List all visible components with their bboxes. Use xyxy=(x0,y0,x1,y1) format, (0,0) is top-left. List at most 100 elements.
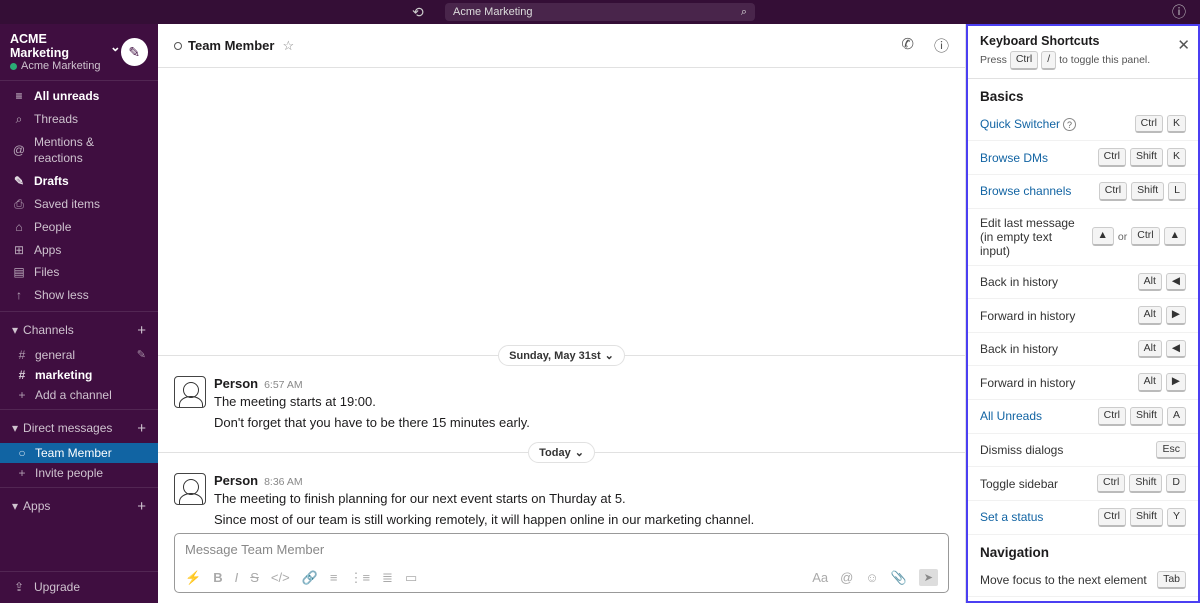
key: Alt xyxy=(1138,340,1162,359)
shortcut-row: Back in historyAlt◀ xyxy=(968,333,1198,367)
shortcut-row: Set a statusCtrlShiftY xyxy=(968,501,1198,535)
presence-icon xyxy=(174,42,182,50)
close-icon[interactable]: ✕ xyxy=(1177,36,1190,54)
quote-icon[interactable]: ≣ xyxy=(382,570,393,586)
channel-marketing[interactable]: #marketing xyxy=(0,365,158,385)
message: Person8:36 AMThe meeting to finish plann… xyxy=(158,469,965,533)
chevron-down-icon: ⌄ xyxy=(110,39,120,54)
format-icon[interactable]: Aa xyxy=(812,570,828,585)
history-icon[interactable]: ⟲ xyxy=(412,4,424,21)
chevron-down-icon: ⌄ xyxy=(605,349,614,362)
link-icon[interactable]: 🔗 xyxy=(302,570,318,586)
nav-all-unreads[interactable]: ≡All unreads xyxy=(0,85,158,108)
nav-threads[interactable]: ⌕Threads xyxy=(0,108,158,131)
shortcut-label: Back in history xyxy=(980,275,1130,289)
call-icon[interactable]: ✆ xyxy=(901,35,914,56)
nav-apps[interactable]: ⊞Apps xyxy=(0,239,158,262)
key: Y xyxy=(1167,508,1186,527)
message-author[interactable]: Person xyxy=(214,376,258,391)
codeblock-icon[interactable]: ▭ xyxy=(405,570,417,586)
bold-icon[interactable]: B xyxy=(213,570,222,585)
key: ▶ xyxy=(1166,373,1186,392)
key: Alt xyxy=(1138,373,1162,392)
key: D xyxy=(1166,474,1186,493)
info-icon[interactable]: ⓘ xyxy=(934,35,949,56)
shortcut-label[interactable]: Browse channels xyxy=(980,184,1091,198)
message-input[interactable]: Message Team Member xyxy=(175,534,948,565)
panel-section-title: Basics xyxy=(968,79,1198,108)
add-dm-icon[interactable]: + xyxy=(137,420,146,437)
dms-header[interactable]: ▾Direct messages + xyxy=(0,414,158,443)
shortcut-label: Back in history xyxy=(980,342,1130,356)
pencil-icon[interactable]: ✎ xyxy=(137,348,146,361)
key: Shift xyxy=(1130,148,1163,167)
ul-icon[interactable]: ⋮≡ xyxy=(349,570,370,586)
shortcut-label: Forward in history xyxy=(980,376,1130,390)
upgrade-button[interactable]: ⇪ Upgrade xyxy=(0,576,158,599)
key: Ctrl xyxy=(1099,182,1127,201)
apps-header[interactable]: ▾Apps + xyxy=(0,492,158,521)
channel-general[interactable]: #general✎ xyxy=(0,345,158,365)
channels-header[interactable]: ▾Channels + xyxy=(0,316,158,345)
add-app-icon[interactable]: + xyxy=(137,498,146,515)
key: Ctrl xyxy=(1098,407,1126,426)
key: Alt xyxy=(1138,306,1162,325)
add-channel-icon[interactable]: + xyxy=(137,322,146,339)
shortcut-row: Forward in history Alt▶ xyxy=(968,366,1198,400)
nav-saved-items[interactable]: ⎙Saved items xyxy=(0,193,158,216)
search-icon: ⌕ xyxy=(741,6,747,19)
key: Ctrl xyxy=(1097,474,1125,493)
shortcut-row: Browse channelsCtrlShiftL xyxy=(968,175,1198,209)
sidebar: ACME Marketing⌄ Acme Marketing ✎ ≡All un… xyxy=(0,24,158,603)
channel-add-a-channel[interactable]: +Add a channel xyxy=(0,385,158,405)
dm-invite-people[interactable]: +Invite people xyxy=(0,463,158,483)
message-author[interactable]: Person xyxy=(214,473,258,488)
lightning-icon[interactable]: ⚡ xyxy=(185,570,201,586)
workspace-switcher[interactable]: ACME Marketing⌄ xyxy=(10,32,121,60)
compose-button[interactable]: ✎ xyxy=(121,38,148,66)
key: ▲ xyxy=(1164,227,1186,246)
shortcut-label[interactable]: Set a status xyxy=(980,510,1090,524)
shortcut-label: Move focus to the next element xyxy=(980,573,1149,587)
emoji-icon[interactable]: ☺ xyxy=(865,570,878,585)
shortcut-label[interactable]: All Unreads xyxy=(980,409,1090,423)
strike-icon[interactable]: S xyxy=(250,570,259,585)
shortcut-label: Dismiss dialogs xyxy=(980,443,1148,457)
help-icon[interactable]: ? xyxy=(1063,118,1076,131)
dm-team-member[interactable]: ○Team Member xyxy=(0,443,158,463)
ol-icon[interactable]: ≡ xyxy=(330,570,338,585)
date-divider[interactable]: Sunday, May 31st ⌄ xyxy=(498,345,625,366)
key: Ctrl xyxy=(1131,227,1159,246)
upgrade-icon: ⇪ xyxy=(12,579,26,596)
shortcut-row: Dismiss dialogsEsc xyxy=(968,434,1198,468)
send-button[interactable]: ➤ xyxy=(919,569,938,586)
mention-icon[interactable]: @ xyxy=(840,570,853,585)
shortcut-label: Toggle sidebar xyxy=(980,477,1089,491)
shortcut-label[interactable]: Quick Switcher? xyxy=(980,117,1127,132)
avatar[interactable] xyxy=(174,473,206,505)
key: Ctrl xyxy=(1098,508,1126,527)
italic-icon[interactable]: I xyxy=(235,570,239,585)
avatar[interactable] xyxy=(174,376,206,408)
help-icon[interactable]: ⓘ xyxy=(1172,2,1186,22)
star-icon[interactable]: ☆ xyxy=(282,38,294,54)
panel-title: Keyboard Shortcuts xyxy=(980,34,1170,48)
chat-title[interactable]: Team Member xyxy=(174,38,274,53)
nav-people[interactable]: ⌂People xyxy=(0,216,158,239)
nav-show-less[interactable]: ↑Show less xyxy=(0,284,158,307)
nav-drafts[interactable]: ✎Drafts xyxy=(0,170,158,193)
attach-icon[interactable]: 📎 xyxy=(891,570,907,586)
key: Shift xyxy=(1129,474,1162,493)
nav-files[interactable]: ▤Files xyxy=(0,261,158,284)
key: Ctrl xyxy=(1135,115,1163,134)
date-divider[interactable]: Today ⌄ xyxy=(528,442,595,463)
shortcut-label[interactable]: Browse DMs xyxy=(980,151,1090,165)
shortcut-row: Move focus to the next elementTab xyxy=(968,564,1198,598)
key: Shift xyxy=(1131,182,1164,201)
search-input[interactable]: Acme Marketing ⌕ xyxy=(445,3,755,21)
key: ◀ xyxy=(1166,273,1186,292)
message-composer[interactable]: Message Team Member ⚡ B I S </> 🔗 ≡ ⋮≡ ≣… xyxy=(174,533,949,593)
nav-mentions-&-reactions[interactable]: @Mentions & reactions xyxy=(0,131,158,171)
message-time: 8:36 AM xyxy=(264,476,303,488)
code-icon[interactable]: </> xyxy=(271,570,290,585)
